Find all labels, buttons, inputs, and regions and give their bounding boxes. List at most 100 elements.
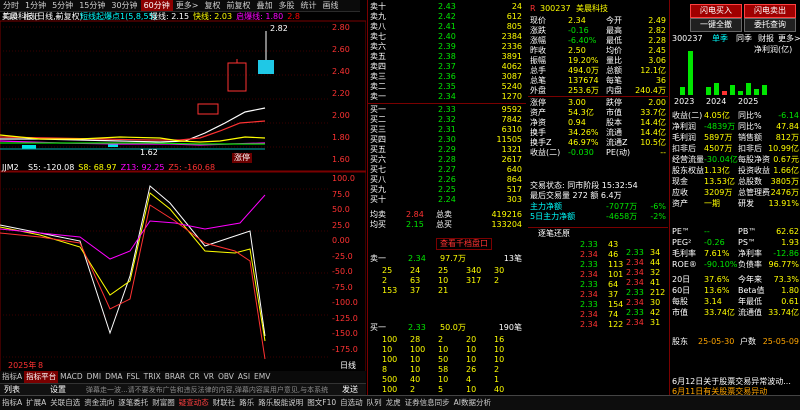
order-price: 2.28 — [438, 155, 456, 164]
toolbar-item[interactable]: 复权 — [201, 0, 223, 11]
price-tick: 2.60 — [332, 45, 350, 54]
toolbar-item[interactable]: 分时 — [0, 0, 22, 11]
quote-label-2: 跌停 — [606, 98, 622, 107]
flash-buy-button[interactable]: 闪电买入 — [690, 4, 742, 18]
toolbar-item[interactable]: 前复权 — [223, 0, 253, 11]
val-value: 37.6% — [704, 275, 730, 284]
order-level-label: 买一 — [370, 105, 386, 114]
val-label: PE™ — [672, 227, 690, 236]
fin-value-2: 10.99亿 — [768, 144, 799, 153]
bottom-bar-item[interactable]: 财联社 — [211, 396, 238, 410]
bottom-bar-item[interactable]: 指标A — [0, 396, 24, 410]
quote-row: 涨幅 -6.40% 最低 2.28 — [528, 36, 668, 46]
fin-label-2: 总股数 — [738, 177, 762, 186]
order-level-label: 买七 — [370, 165, 386, 174]
mini-bar — [754, 89, 759, 95]
indicator-tab[interactable]: 指标平台 — [24, 371, 59, 383]
queue-cell: 24 — [410, 266, 421, 275]
net-flow-pct: -2% — [650, 212, 666, 221]
queue-label: 买一 — [370, 323, 386, 332]
toolbar-item[interactable]: 15分钟 — [76, 0, 108, 11]
indicator-tab[interactable]: TRIX — [142, 371, 163, 383]
news-headline[interactable]: 6月12日关于股票交易异常波动... — [672, 377, 799, 387]
bottom-bar-item[interactable]: 财富圈 — [150, 396, 177, 410]
indicator-tab[interactable]: DMA — [103, 371, 124, 383]
order-book-row: 卖八 2.41 805 — [368, 22, 526, 32]
bottom-bar-item[interactable]: AI数据分析 — [452, 396, 493, 410]
quote-row: 换手Z 46.97% 流通Z 10.5亿 — [528, 138, 668, 148]
quote-label-2: 均价 — [606, 46, 622, 55]
toolbar-item[interactable]: 更多> — [173, 0, 202, 11]
bottom-bar-item[interactable]: 图文F10 — [305, 396, 338, 410]
settings-button[interactable]: 设置 — [50, 385, 66, 395]
toolbar-item[interactable]: 画线 — [319, 0, 341, 11]
queue-cell: 10 — [438, 345, 449, 354]
tick-volume: 44 — [650, 258, 661, 267]
mini-bar — [722, 91, 727, 95]
quote-value-2: -- — [660, 148, 666, 157]
order-level-label: 买十 — [370, 195, 386, 204]
price-axis: 2.80 2.60 2.40 2.20 2.00 1.80 1.60 — [332, 23, 366, 171]
queue-cell: 10 — [494, 345, 505, 354]
order-level-label: 卖六 — [370, 42, 386, 51]
indicator-tab[interactable]: BRAR — [163, 371, 187, 383]
indicator-tab[interactable]: MACD — [58, 371, 84, 383]
bottom-bar-item[interactable]: 逐笔委托 — [116, 396, 150, 410]
order-volume: 11505 — [496, 135, 522, 144]
bottom-bar-item[interactable]: 疑查动态 — [177, 396, 211, 410]
bottom-bar-item[interactable]: 队列 — [365, 396, 384, 410]
cancel-all-button[interactable]: 一键全撤 — [690, 18, 742, 32]
entrust-query-button[interactable]: 委托查询 — [744, 18, 796, 32]
queue-cell: 8 — [382, 365, 388, 374]
bottom-bar-item[interactable]: 证券信息同步 — [403, 396, 452, 410]
indicator-tab[interactable]: OBV — [216, 371, 236, 383]
kline-chart-area[interactable]: 美晨科技(日线,前复权) 短线起爆点1(5,8,55) 慢线: 2.15 快线: … — [0, 11, 366, 371]
toolbar-item[interactable]: 叠加 — [253, 0, 275, 11]
bottom-bar-item[interactable]: 自选动 — [338, 396, 365, 410]
toolbar-item[interactable]: 1分钟 — [22, 0, 49, 11]
toolbar-item[interactable]: 30分钟 — [108, 0, 140, 11]
indicator-tab[interactable]: EMV — [252, 371, 272, 383]
toolbar-item[interactable]: 多股 — [275, 0, 297, 11]
indicator-tab[interactable]: DMI — [85, 371, 103, 383]
bottom-bar-item[interactable]: 路乐股能说明 — [256, 396, 305, 410]
order-price: 2.34 — [438, 92, 456, 101]
bottom-bar-item[interactable]: 资金流向 — [82, 396, 116, 410]
toolbar-item[interactable]: 5分钟 — [49, 0, 76, 11]
quote-row: 涨停 3.00 跌停 2.00 — [528, 98, 668, 108]
fin-value-2: 2476万 — [770, 188, 799, 197]
danmaku-input[interactable]: 弹幕走一波...请不要发布广告和违反法律的内容,弹幕内容属用户意见,与本系统 — [86, 385, 334, 395]
flash-sell-button[interactable]: 闪电卖出 — [744, 4, 796, 18]
fin-value-2: 1.66亿 — [773, 166, 799, 175]
tab-single-quarter[interactable]: 单季 — [712, 34, 728, 44]
indicator-tab[interactable]: CR — [187, 371, 201, 383]
bottom-bar-item[interactable]: 龙虎 — [384, 396, 403, 410]
tab-report[interactable]: 财报 — [758, 34, 774, 44]
toolbar-item[interactable]: 60分钟 — [140, 0, 173, 11]
toolbar-item[interactable]: 统计 — [297, 0, 319, 11]
queue-row: 153 37 21 — [368, 286, 526, 296]
indicator-tab[interactable]: 指标A — [0, 371, 24, 383]
order-level-label: 卖八 — [370, 22, 386, 31]
tab-more[interactable]: 更多> — [778, 34, 800, 44]
indicator-tab[interactable]: VR — [202, 371, 216, 383]
tab-same-quarter[interactable]: 同季 — [736, 34, 752, 44]
bottom-bar-item[interactable]: 关联自选 — [48, 396, 82, 410]
val-value: -- — [704, 227, 710, 236]
tick-volume: 30 — [650, 298, 661, 307]
mini-bar — [762, 85, 767, 95]
order-volume: 3891 — [501, 52, 522, 61]
quote-value-2: 12.1亿 — [640, 66, 666, 75]
bottom-bar-item[interactable]: 路乐 — [237, 396, 256, 410]
view-depth-button[interactable]: 查看千档盘口 — [436, 238, 492, 250]
tick-volume: 101 — [608, 270, 624, 279]
indicator-tab[interactable]: ASI — [236, 371, 252, 383]
list-button[interactable]: 列表 — [4, 385, 20, 395]
queue-cell: 16 — [494, 335, 505, 344]
indicator-tab[interactable]: FSL — [124, 371, 141, 383]
total-volume: 419216 — [491, 210, 522, 219]
send-button[interactable]: 发送 — [342, 385, 358, 395]
bottom-bar-item[interactable]: 扩展A — [24, 396, 48, 410]
fin-label: 经营流量 — [672, 155, 704, 164]
queue-qty: 97.7万 — [440, 254, 466, 263]
